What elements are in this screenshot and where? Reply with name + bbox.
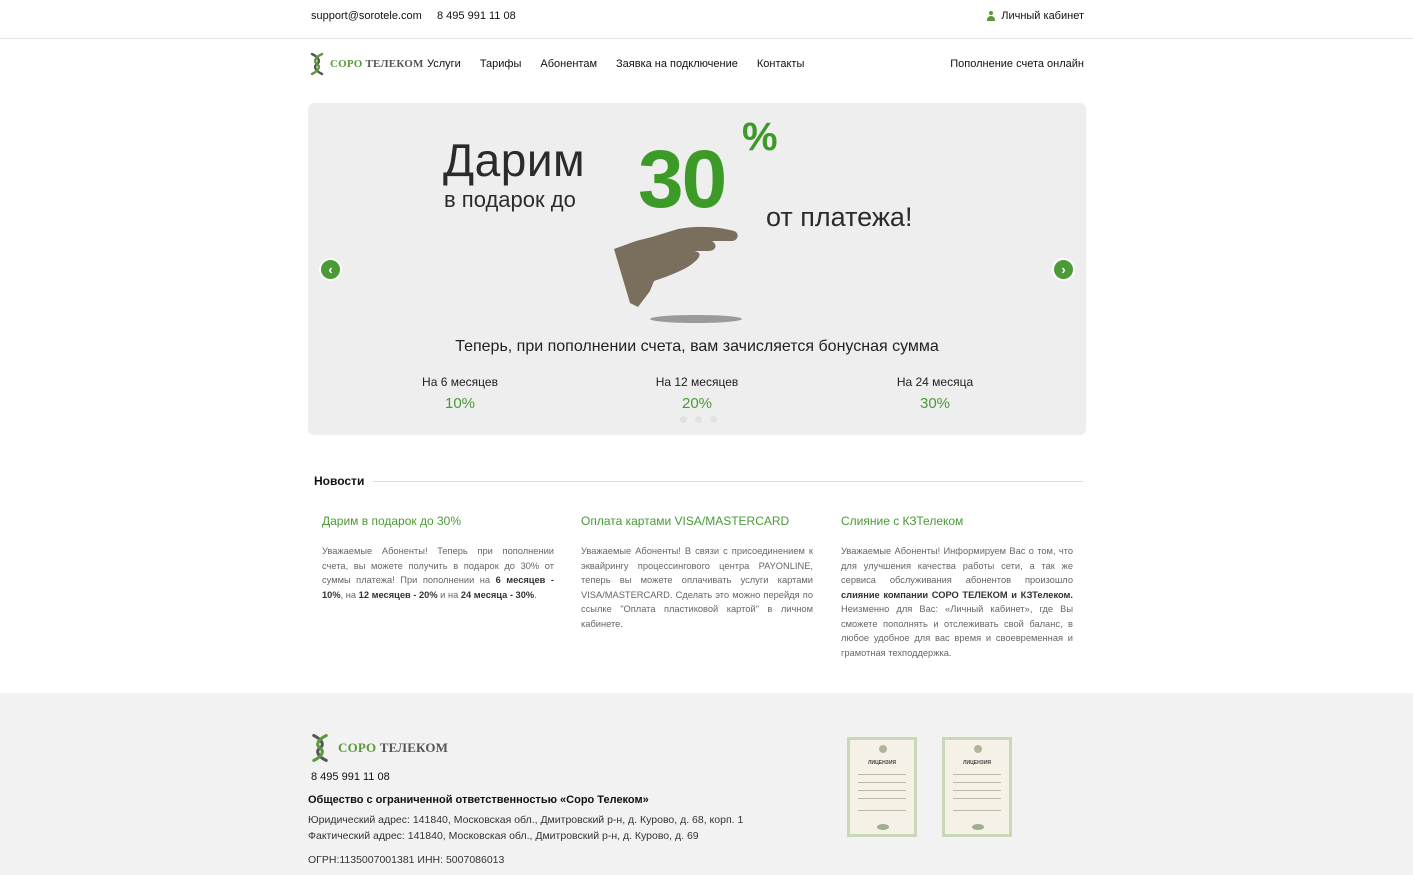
news-item: Дарим в подарок до 30% Уважаемые Абонент… — [322, 514, 554, 602]
emblem-icon — [974, 745, 982, 753]
news-title-link[interactable]: Слияние с КЗТелеком — [841, 514, 1073, 528]
actual-address: Фактический адрес: 141840, Московская об… — [308, 830, 699, 842]
cert-line — [858, 790, 906, 791]
cert-line — [858, 798, 906, 799]
bonus-plan: На 24 месяца 30% — [855, 375, 1015, 412]
seal-icon — [972, 824, 984, 830]
promo-slider: ‹ › Дарим в подарок до 30 % от платежа! … — [308, 103, 1086, 435]
logo-mark-icon — [312, 734, 328, 762]
logo-text: СОРО ТЕЛЕКОМ — [330, 58, 424, 70]
brand-logo[interactable]: СОРО ТЕЛЕКОМ — [308, 52, 424, 76]
nav-item-subscribers[interactable]: Абонентам — [540, 58, 597, 70]
license-certificate[interactable]: ЛИЦЕНЗИЯ — [942, 737, 1012, 837]
user-icon — [986, 11, 996, 21]
news-text: Уважаемые Абоненты! В связи с присоедине… — [581, 546, 813, 629]
top-bar: support@sorotele.com 8 495 991 11 08 Лич… — [0, 0, 1413, 39]
news-item: Слияние с КЗТелеком Уважаемые Абоненты! … — [841, 514, 1073, 660]
news-text: Уважаемые Абоненты! Теперь при пополнени… — [322, 546, 554, 600]
cert-line — [953, 810, 1001, 811]
slider-dot[interactable] — [695, 416, 702, 423]
logo-mark-icon — [310, 52, 324, 76]
nav-item-connection-request[interactable]: Заявка на подключение — [616, 58, 738, 70]
plan-bonus: 30% — [919, 395, 951, 412]
nav-menu: Услуги Тарифы Абонентам Заявка на подклю… — [427, 58, 804, 70]
news-text: Уважаемые Абоненты! Информируем Вас о то… — [841, 546, 1073, 658]
slider-next-button[interactable]: › — [1052, 258, 1075, 281]
news-divider — [373, 481, 1083, 482]
news-item: Оплата картами VISA/MASTERCARD Уважаемые… — [581, 514, 813, 631]
cert-line — [858, 774, 906, 775]
giving-hand-icon — [614, 226, 742, 323]
nav-item-services[interactable]: Услуги — [427, 58, 461, 70]
promo-subheadline: в подарок до — [444, 187, 576, 212]
promo-tagline: от платежа! — [766, 202, 913, 232]
company-ids: ОГРН:1135007001381 ИНН: 5007086013 — [308, 854, 505, 866]
personal-cabinet-label: Личный кабинет — [1001, 10, 1084, 22]
news-heading: Новости — [314, 474, 365, 488]
cert-line — [953, 774, 1001, 775]
support-email-link[interactable]: support@sorotele.com — [311, 10, 422, 22]
cert-line — [953, 798, 1001, 799]
slider-prev-button[interactable]: ‹ — [319, 258, 342, 281]
plan-term: На 6 месяцев — [422, 375, 498, 389]
bonus-plan: На 6 месяцев 10% — [380, 375, 540, 412]
logo-text: СОРО ТЕЛЕКОМ — [338, 740, 449, 755]
bonus-plan: На 12 месяцев 20% — [617, 375, 777, 412]
slider-dot[interactable] — [710, 416, 717, 423]
cert-line — [953, 782, 1001, 783]
license-title: ЛИЦЕНЗИЯ — [867, 760, 897, 766]
promo-big-number: 30 — [638, 134, 727, 225]
emblem-icon — [879, 745, 887, 753]
promo-percent-sign: % — [742, 115, 778, 159]
cert-line — [858, 782, 906, 783]
company-name: Общество с ограниченной ответственностью… — [308, 794, 649, 806]
slider-pagination — [680, 416, 717, 423]
news-title-link[interactable]: Дарим в подарок до 30% — [322, 514, 554, 528]
cert-line — [858, 810, 906, 811]
personal-cabinet-link[interactable]: Личный кабинет — [986, 10, 1084, 22]
promo-subtitle: Теперь, при пополнении счета, вам зачисл… — [455, 338, 939, 355]
plan-term: На 24 месяца — [896, 375, 974, 389]
promo-headline: Дарим — [443, 134, 586, 186]
license-certificate[interactable]: ЛИЦЕНЗИЯ — [847, 737, 917, 837]
nav-item-contacts[interactable]: Контакты — [757, 58, 805, 70]
cert-line — [953, 790, 1001, 791]
pay-online-link[interactable]: Пополнение счета онлайн — [950, 58, 1084, 70]
header-phone[interactable]: 8 495 991 11 08 — [437, 10, 516, 22]
footer-phone[interactable]: 8 495 991 11 08 — [311, 771, 390, 783]
plan-term: На 12 месяцев — [655, 375, 739, 389]
footer: СОРО ТЕЛЕКОМ 8 495 991 11 08 Общество с … — [0, 693, 1413, 875]
chevron-right-icon: › — [1061, 262, 1066, 277]
legal-address: Юридический адрес: 141840, Московская об… — [308, 814, 744, 826]
nav-item-tariffs[interactable]: Тарифы — [480, 58, 522, 70]
plan-bonus: 10% — [444, 395, 476, 412]
slider-dot[interactable] — [680, 416, 687, 423]
chevron-left-icon: ‹ — [328, 262, 333, 277]
plan-bonus: 20% — [681, 395, 713, 412]
main-nav: СОРО ТЕЛЕКОМ Услуги Тарифы Абонентам Зая… — [308, 52, 1086, 78]
news-title-link[interactable]: Оплата картами VISA/MASTERCARD — [581, 514, 813, 528]
footer-logo[interactable]: СОРО ТЕЛЕКОМ — [308, 733, 448, 763]
license-title: ЛИЦЕНЗИЯ — [962, 760, 992, 766]
seal-icon — [877, 824, 889, 830]
